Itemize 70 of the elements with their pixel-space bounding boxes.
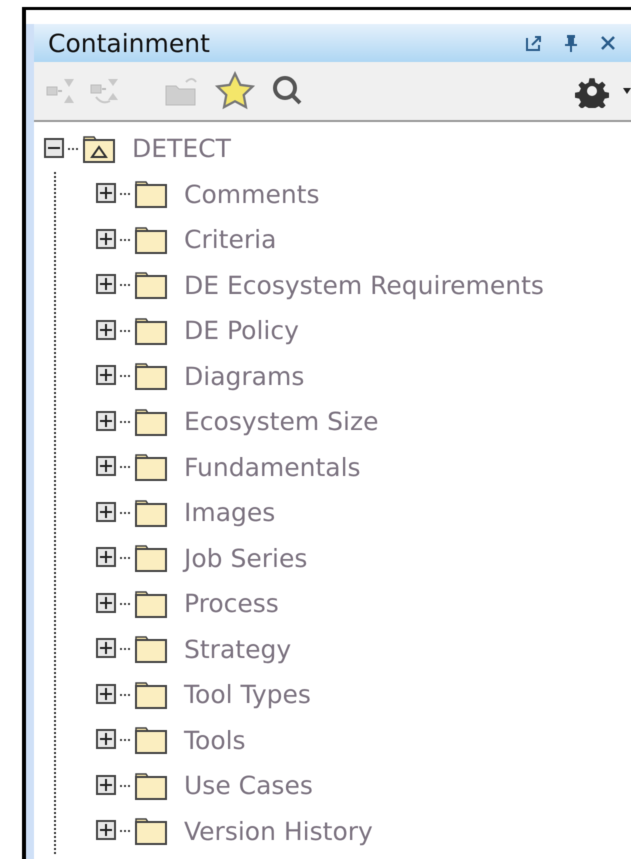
- tree-item[interactable]: Process: [96, 581, 631, 626]
- star-icon[interactable]: [214, 71, 256, 111]
- expand-icon[interactable]: [96, 365, 118, 388]
- tree-item[interactable]: Criteria: [96, 217, 631, 262]
- folder-icon: [134, 634, 168, 664]
- folder-icon: [134, 816, 168, 846]
- expand-icon[interactable]: [96, 410, 118, 433]
- expand-icon[interactable]: [96, 592, 118, 615]
- tree-item-label: Job Series: [184, 544, 308, 573]
- tree-item-label: Process: [184, 589, 279, 618]
- expand-icon[interactable]: [96, 547, 118, 570]
- tree-item-label: Use Cases: [184, 771, 313, 800]
- tree-item[interactable]: Diagrams: [96, 354, 631, 399]
- expand-icon[interactable]: [96, 638, 118, 660]
- folder-icon: [134, 498, 168, 528]
- folder-icon: [134, 224, 168, 255]
- folder-icon: [134, 680, 168, 710]
- tree-item[interactable]: Use Cases: [96, 763, 631, 808]
- undock-icon[interactable]: [525, 34, 543, 52]
- folder-icon: [134, 270, 168, 300]
- expand-icon[interactable]: [96, 820, 118, 842]
- tree-item-label: Tool Types: [184, 680, 311, 710]
- tree-item[interactable]: DE Policy: [96, 308, 631, 354]
- tree-item[interactable]: Version History: [96, 808, 631, 854]
- folder-icon: [134, 361, 168, 392]
- tree-item-label: Strategy: [184, 634, 292, 664]
- expand-icon[interactable]: [96, 774, 118, 797]
- folder-icon: [134, 543, 168, 574]
- pin-icon[interactable]: [563, 33, 579, 53]
- tree-item[interactable]: DETECT: [44, 126, 631, 172]
- model-icon: [82, 134, 116, 164]
- folder-icon: [134, 588, 168, 619]
- tree-item-label: DETECT: [132, 134, 231, 164]
- tree-item-label: Fundamentals: [184, 452, 361, 482]
- expand-icon[interactable]: [96, 228, 118, 251]
- tree-item-label: Tools: [184, 726, 246, 755]
- tree-item[interactable]: Ecosystem Size: [96, 399, 631, 444]
- tree-item-label: Ecosystem Size: [184, 407, 378, 436]
- expand-icon[interactable]: [96, 502, 118, 524]
- tree-item[interactable]: Fundamentals: [96, 444, 631, 490]
- panel-title: Containment: [48, 28, 210, 58]
- tree-item-label: Version History: [184, 816, 373, 846]
- tree-item[interactable]: Tool Types: [96, 672, 631, 718]
- expand-icon[interactable]: [96, 456, 118, 478]
- expand-icon[interactable]: [96, 183, 118, 206]
- close-icon[interactable]: [599, 34, 617, 52]
- expand-icon[interactable]: [96, 729, 118, 752]
- tree-item-label: DE Policy: [184, 316, 299, 346]
- folder-icon: [134, 316, 168, 346]
- folder-icon: [134, 452, 168, 482]
- tree-item-label: DE Ecosystem Requirements: [184, 270, 544, 300]
- tree-item[interactable]: Tools: [96, 718, 631, 763]
- tree-item[interactable]: Comments: [96, 172, 631, 217]
- tree-item-label: Diagrams: [184, 362, 304, 391]
- collapse-icon[interactable]: [44, 138, 66, 160]
- tree-item[interactable]: Job Series: [96, 536, 631, 581]
- tree-item[interactable]: Images: [96, 490, 631, 536]
- folder-icon: [134, 179, 168, 210]
- tree-item[interactable]: Strategy: [96, 626, 631, 672]
- folder-icon: [134, 770, 168, 801]
- expand-icon[interactable]: [96, 274, 118, 296]
- folder-icon: [134, 725, 168, 756]
- expand-icon[interactable]: [96, 320, 118, 342]
- folder-icon: [134, 406, 168, 437]
- caret-icon[interactable]: [623, 87, 631, 95]
- tree-item-label: Comments: [184, 180, 320, 209]
- tree-item-label: Images: [184, 498, 276, 528]
- tree-item[interactable]: DE Ecosystem Requirements: [96, 262, 631, 308]
- expand-icon[interactable]: [96, 684, 118, 706]
- tree-item-label: Criteria: [184, 225, 276, 254]
